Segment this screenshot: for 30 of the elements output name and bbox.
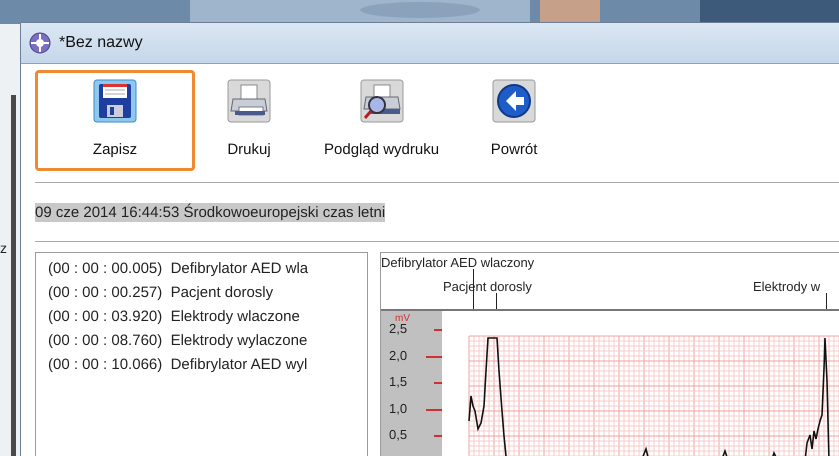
background-text: z <box>0 240 7 256</box>
save-button[interactable]: Zapisz <box>35 70 195 171</box>
axis-tick-mark <box>434 329 442 331</box>
event-marker-line <box>496 293 497 309</box>
axis-tick-mark <box>434 435 442 437</box>
printer-icon <box>227 79 271 123</box>
window-title: *Bez nazwy <box>59 34 143 52</box>
axis-tick-label: 2,5 <box>389 321 408 336</box>
axis-tick-label: 1,5 <box>389 374 408 389</box>
axis-tick-label: 1,0 <box>389 400 408 416</box>
event-list-item[interactable]: (00 : 00 : 03.920) Elektrody wlaczone <box>48 305 367 329</box>
event-marker-line <box>826 293 827 309</box>
axis-tick-label: 0,5 <box>389 427 408 442</box>
back-button[interactable]: Powrót <box>464 70 564 171</box>
print-button[interactable]: Drukuj <box>199 70 299 171</box>
recording-date: 09 cze 2014 16:44:53 Środkowoeuropejski czas letni <box>35 202 386 222</box>
axis-tick-label: 2,0 <box>389 348 408 362</box>
event-marker-label: Elektrody w <box>753 279 820 294</box>
axis-unit: mV <box>395 313 410 324</box>
axis-tick-mark <box>426 356 442 358</box>
printer-magnifier-icon <box>360 79 404 123</box>
event-marker-label: Defibrylator AED wlaczony <box>381 255 534 270</box>
preview-button[interactable]: Podgląd wydruku <box>303 70 460 171</box>
event-list-item[interactable]: (00 : 00 : 08.760) Elektrody wylaczone <box>48 329 367 353</box>
axis-tick-mark <box>434 382 442 384</box>
app-logo-icon <box>29 32 51 54</box>
event-list-item[interactable]: (00 : 00 : 00.005) Defibrylator AED wla <box>48 257 367 281</box>
event-list-item[interactable]: (00 : 00 : 00.257) Pacjent dorosly <box>48 281 367 305</box>
event-list-item[interactable]: (00 : 00 : 10.066) Defibrylator AED wyl <box>48 353 367 377</box>
axis-tick-mark <box>426 408 442 410</box>
